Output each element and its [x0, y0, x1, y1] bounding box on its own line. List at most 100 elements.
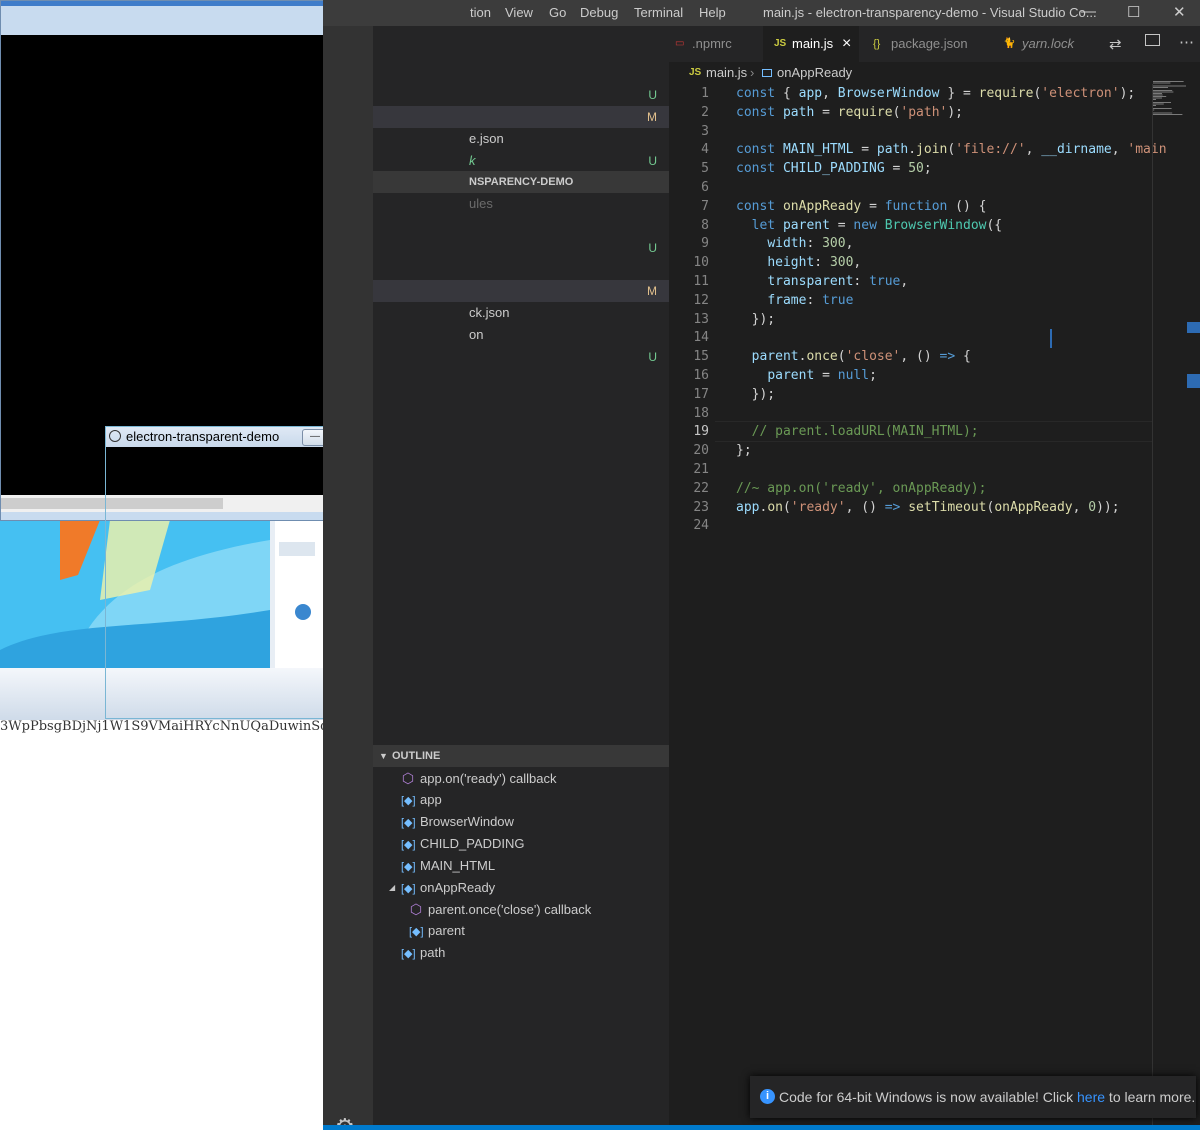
code-editor[interactable]: 1 const { app, BrowserWindow } = require(…	[669, 84, 1200, 1130]
explorer-row[interactable]: M	[373, 106, 669, 128]
code-line[interactable]: 16 parent = null;	[669, 366, 1200, 385]
menu-debug[interactable]: Debug	[580, 5, 618, 20]
line-number: 19	[693, 424, 709, 440]
code-line[interactable]: 21	[669, 460, 1200, 479]
outline-item[interactable]: ◢ [◆] onAppReady	[389, 877, 495, 899]
menu-go[interactable]: Go	[549, 5, 566, 20]
outline-item[interactable]: ⬡ parent.once('close') callback	[409, 898, 591, 920]
explorer-row[interactable]: e.json	[373, 128, 669, 150]
notification-toast[interactable]: i Code for 64-bit Windows is now availab…	[750, 1076, 1196, 1118]
code-line[interactable]: 2 const path = require('path');	[669, 103, 1200, 122]
code-line[interactable]: 17 });	[669, 385, 1200, 404]
code-line[interactable]: 1 const { app, BrowserWindow } = require(…	[669, 84, 1200, 103]
code-text: transparent: true,	[767, 274, 909, 289]
status-bar	[323, 1125, 1200, 1130]
code-text: // parent.loadURL(MAIN_HTML);	[751, 424, 979, 440]
code-line[interactable]: 18	[669, 404, 1200, 423]
variable-icon: [◆]	[401, 948, 416, 961]
menu-terminal[interactable]: Terminal	[634, 5, 683, 20]
code-line[interactable]: 15 parent.once('close', () => {	[669, 347, 1200, 366]
outline-item[interactable]: [◆] BrowserWindow	[401, 811, 514, 833]
code-text: const MAIN_HTML = path.join('file://', _…	[736, 142, 1167, 158]
line-number: 16	[693, 368, 709, 383]
tab-package-json[interactable]: {} package.json	[859, 26, 989, 62]
minimap-line	[1153, 96, 1167, 97]
line-number: 10	[693, 255, 709, 271]
maximize-icon[interactable]: ☐	[1127, 3, 1140, 21]
outline-item[interactable]: [◆] MAIN_HTML	[401, 855, 495, 877]
code-line[interactable]: 14	[669, 328, 1200, 347]
code-line[interactable]: 22 //~ app.on('ready', onAppReady);	[669, 479, 1200, 498]
code-text: //~ app.on('ready', onAppReady);	[736, 480, 987, 496]
tab-yarn-lock[interactable]: 🐈 yarn.lock	[989, 26, 1099, 62]
menu-view[interactable]: View	[505, 5, 533, 20]
explorer-row[interactable]: M	[373, 280, 669, 302]
outline-header[interactable]: ▼ OUTLINE	[373, 745, 669, 767]
code-line[interactable]: 6	[669, 178, 1200, 197]
explorer-section-header[interactable]: NSPARENCY-DEMO	[373, 171, 669, 193]
split-editor-icon[interactable]	[1145, 34, 1160, 46]
code-line[interactable]: 20};	[669, 441, 1200, 460]
breadcrumb-file[interactable]: main.js	[706, 62, 747, 84]
code-line[interactable]: 7 const onAppReady = function () {	[669, 197, 1200, 216]
outline-item[interactable]: [◆] CHILD_PADDING	[401, 833, 525, 855]
js-file-icon: JS	[774, 38, 787, 49]
minimap-line	[1153, 97, 1162, 99]
activity-bar: ⚙	[323, 26, 373, 1130]
minimap-line	[1153, 91, 1174, 93]
code-line[interactable]: 13 });	[669, 310, 1200, 329]
chevron-down-icon: ▼	[379, 751, 388, 761]
code-line[interactable]: 3	[669, 122, 1200, 141]
line-number: 13	[693, 311, 709, 327]
code-line[interactable]: 8 let parent = new BrowserWindow({	[669, 216, 1200, 235]
tab-main-js[interactable]: JS main.js ×	[763, 26, 859, 62]
code-line[interactable]: 4 const MAIN_HTML = path.join('file://', …	[669, 140, 1200, 159]
code-line[interactable]: 19 // parent.loadURL(MAIN_HTML);	[669, 422, 1200, 441]
code-line[interactable]: 12 frame: true	[669, 291, 1200, 310]
explorer-row[interactable]: on	[373, 324, 669, 346]
line-number: 21	[693, 462, 709, 477]
code-line[interactable]: 11 transparent: true,	[669, 272, 1200, 291]
explorer-row[interactable]: ules	[373, 193, 669, 215]
gutter-change-marker	[1050, 329, 1052, 348]
code-line[interactable]: 5 const CHILD_PADDING = 50;	[669, 159, 1200, 178]
background-text: 3WpPbsgBDjNj1W1S9VMaiHRYcNnUQaDuwinSqpDH…	[0, 719, 376, 734]
scrollbar-marker	[1187, 322, 1200, 333]
expand-icon[interactable]: ◢	[389, 877, 395, 899]
minimize-icon[interactable]: —	[1081, 3, 1096, 20]
minimap-line	[1153, 102, 1171, 103]
menu-selection[interactable]: tion	[470, 5, 491, 20]
explorer-row[interactable]: U	[373, 346, 669, 368]
method-icon: ⬡	[409, 901, 423, 918]
variable-icon: [◆]	[401, 816, 416, 829]
notification-link[interactable]: here	[1077, 1089, 1105, 1105]
variable-icon	[762, 69, 772, 77]
outline-item[interactable]: ⬡ app.on('ready') callback	[401, 767, 557, 789]
tab-npmrc[interactable]: ▭ .npmrc	[669, 26, 763, 62]
code-line[interactable]: 9 width: 300,	[669, 234, 1200, 253]
more-actions-icon[interactable]: ⋯	[1179, 33, 1194, 51]
outline-item[interactable]: [◆] path	[401, 942, 445, 964]
explorer-row[interactable]: U	[373, 84, 669, 106]
minimap[interactable]	[1152, 80, 1200, 120]
menu-help[interactable]: Help	[699, 5, 726, 20]
line-number: 3	[701, 123, 709, 139]
minimap-line	[1153, 112, 1173, 114]
code-line[interactable]: 24	[669, 516, 1200, 535]
close-icon[interactable]: ✕	[1173, 3, 1186, 21]
breadcrumb-symbol[interactable]: onAppReady	[777, 62, 852, 84]
outline-item[interactable]: [◆] parent	[409, 920, 465, 942]
open-changes-icon[interactable]: ⇄	[1109, 35, 1122, 53]
variable-icon: [◆]	[401, 838, 416, 851]
npm-icon: ▭	[675, 38, 685, 49]
explorer-row[interactable]: ck.json	[373, 302, 669, 324]
explorer-row[interactable]: kU	[373, 150, 669, 172]
code-line[interactable]: 10 height: 300,	[669, 253, 1200, 272]
line-number: 1	[701, 86, 709, 101]
code-line[interactable]: 23 app.on('ready', () => setTimeout(onApp…	[669, 498, 1200, 517]
explorer-row[interactable]: U	[373, 237, 669, 259]
close-tab-icon[interactable]: ×	[842, 26, 851, 62]
variable-icon: [◆]	[401, 882, 416, 895]
code-text: parent = null;	[767, 368, 877, 383]
outline-item[interactable]: [◆] app	[401, 789, 442, 811]
